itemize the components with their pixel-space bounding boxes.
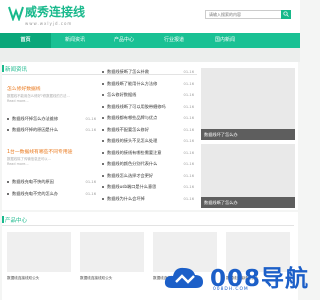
products-section-title: 产品中心 xyxy=(5,218,28,224)
list-item[interactable]: 数据线不配要怎么修好 01-16 xyxy=(102,127,194,133)
list-item[interactable]: 数据线usb端口是什么意思 01-16 xyxy=(102,184,194,190)
bullet xyxy=(102,94,104,96)
bullet xyxy=(7,181,9,183)
list-item[interactable]: 数据线充电不完的怎么办 01-16 xyxy=(7,191,96,197)
bullet xyxy=(102,71,104,73)
list-item[interactable]: 数据线的接线有哪些需要注意 01-16 xyxy=(102,150,194,156)
search-button[interactable] xyxy=(281,10,291,19)
list-item-text: 数据线usb端口是什么意思 xyxy=(107,184,157,189)
nav-item-home[interactable]: 首页 xyxy=(0,33,51,48)
watermark-subtext: 008DH.COM xyxy=(213,287,249,292)
bullet xyxy=(102,140,104,142)
feature-more[interactable]: Read more... xyxy=(7,99,29,104)
list-item[interactable]: 数据线接断了怎么补救 01-16 xyxy=(102,69,194,75)
bullet xyxy=(102,186,104,188)
bullet xyxy=(102,82,104,85)
list-item[interactable]: 数据线的颜色分别代表什么 01-16 xyxy=(102,161,194,167)
news-section-title: 新闻资讯 xyxy=(5,67,28,73)
main-nav: 首页 新闻资讯 产品中心 行业报道 国内新闻 xyxy=(0,33,300,48)
product-image[interactable] xyxy=(7,232,71,272)
list-item-date: 01-16 xyxy=(85,192,96,196)
bullet xyxy=(102,151,104,154)
bullet xyxy=(102,197,104,200)
list-item-date: 01-16 xyxy=(183,127,194,132)
bullet xyxy=(7,118,9,120)
nav-item-products[interactable]: 产品中心 xyxy=(99,33,149,48)
list-item-text: 数据线坏掉怎么办法维修 xyxy=(12,116,59,121)
list-item-date: 01-16 xyxy=(183,81,194,86)
list-item[interactable]: 数据线断了能用什么方法修 01-16 xyxy=(102,81,194,87)
list-item-date: 01-16 xyxy=(183,70,194,74)
news-panel: 新闻资讯 怎么修好数据线 数据线不能用怎么修好?修数据线的方法... Read … xyxy=(2,62,298,210)
list-item-text: 数据线为什么会坏掉 xyxy=(107,195,145,201)
list-item-date: 01-16 xyxy=(183,162,194,166)
feature-title[interactable]: 怎么修好数据线 xyxy=(7,85,41,92)
list-item-text: 数据线的接线有哪些需要注意 xyxy=(107,149,162,155)
divider xyxy=(2,225,294,226)
list-item-date: 01-16 xyxy=(183,196,194,201)
bullet xyxy=(102,174,104,177)
list-item-text: 数据线不配要怎么修好 xyxy=(107,126,149,132)
bullet xyxy=(102,128,104,131)
list-item[interactable]: 怎么修好数据线 01-16 xyxy=(102,92,194,98)
site-header: 威秀连接线 www.wxlyjd.com xyxy=(0,0,300,33)
list-item[interactable]: 数据线为什么会坏掉 01-16 xyxy=(102,196,194,202)
cloud-logo-icon xyxy=(164,267,203,288)
list-item-date: 01-16 xyxy=(85,128,96,132)
search-input[interactable] xyxy=(205,10,283,19)
banner-strip xyxy=(0,48,300,62)
feature-more[interactable]: Read more... xyxy=(7,162,29,167)
list-item-text: 数据线怎么选择才会更好 xyxy=(107,172,154,178)
section-marker xyxy=(2,216,4,223)
list-item-date: 01-16 xyxy=(183,116,194,120)
list-item-date: 01-16 xyxy=(183,93,194,97)
list-item[interactable]: 数据线充电不快的原因 01-16 xyxy=(7,179,96,185)
search-icon xyxy=(283,11,289,17)
nav-item-industry[interactable]: 行业报道 xyxy=(149,33,199,48)
list-item[interactable]: 数据线坏掉的原因是什么 01-16 xyxy=(7,127,96,133)
bullet xyxy=(7,129,9,131)
thumbnail-caption: 数据线断了怎么办 xyxy=(201,197,295,208)
list-item-text: 数据线断了能用什么方法修 xyxy=(107,80,158,86)
list-item-text: 怎么修好数据线 xyxy=(107,92,137,97)
list-item-text: 数据线接断了怎么补救 xyxy=(107,69,149,74)
list-item-date: 01-16 xyxy=(85,117,96,121)
list-item[interactable]: 数据线怎么选择才会更好 01-16 xyxy=(102,173,194,179)
news-thumbnail[interactable]: 数据线坏了怎么办 xyxy=(201,68,295,140)
logo-icon[interactable] xyxy=(8,5,24,21)
list-item-text: 数据线坏掉的原因是什么 xyxy=(12,127,59,132)
section-marker xyxy=(2,65,4,72)
list-item[interactable]: 数据线线断了可以用胶带缠修吗 01-16 xyxy=(102,104,194,110)
list-item-text: 数据线的接头不见怎么处理 xyxy=(107,138,158,143)
nav-item-news[interactable]: 新闻资讯 xyxy=(51,33,99,48)
product-caption[interactable]: 数据线连接线双公头 xyxy=(7,276,39,281)
thumbnail-caption: 数据线坏了怎么办 xyxy=(201,129,295,140)
list-item-date: 01-16 xyxy=(183,150,194,155)
list-item-date: 01-16 xyxy=(183,139,194,143)
feature-title[interactable]: 1台一数据线有哪些不同专用途 xyxy=(7,148,72,155)
bullet xyxy=(102,105,104,108)
bullet xyxy=(102,117,104,119)
product-caption[interactable]: 数据线连接线双公头 xyxy=(80,276,112,281)
list-item-text: 数据线的颜色分别代表什么 xyxy=(107,161,158,166)
logo-subtitle: www.wxlyjd.com xyxy=(25,21,73,26)
list-item-text: 数据线线断了可以用胶带缠修吗 xyxy=(107,103,166,109)
list-item-date: 01-16 xyxy=(183,104,194,109)
watermark: 008导航 008DH.COM xyxy=(162,262,308,294)
news-thumbnail[interactable]: 数据线断了怎么办 xyxy=(201,144,295,208)
list-item[interactable]: 数据线都有哪些品牌与优点 01-16 xyxy=(102,115,194,121)
logo-text[interactable]: 威秀连接线 xyxy=(25,3,85,20)
list-item-text: 数据线充电不完的怎么办 xyxy=(12,191,59,196)
list-item-date: 01-16 xyxy=(183,173,194,178)
list-item-date: 01-16 xyxy=(183,185,194,189)
list-item-date: 01-16 xyxy=(85,180,96,184)
list-item[interactable]: 数据线的接头不见怎么处理 01-16 xyxy=(102,138,194,144)
bullet xyxy=(102,163,104,165)
list-item-text: 数据线都有哪些品牌与优点 xyxy=(107,115,158,120)
nav-item-domestic[interactable]: 国内新闻 xyxy=(199,33,251,48)
bullet xyxy=(7,193,9,195)
list-item-text: 数据线充电不快的原因 xyxy=(12,179,54,184)
list-item[interactable]: 数据线坏掉怎么办法维修 01-16 xyxy=(7,116,96,122)
product-image[interactable] xyxy=(80,232,144,272)
